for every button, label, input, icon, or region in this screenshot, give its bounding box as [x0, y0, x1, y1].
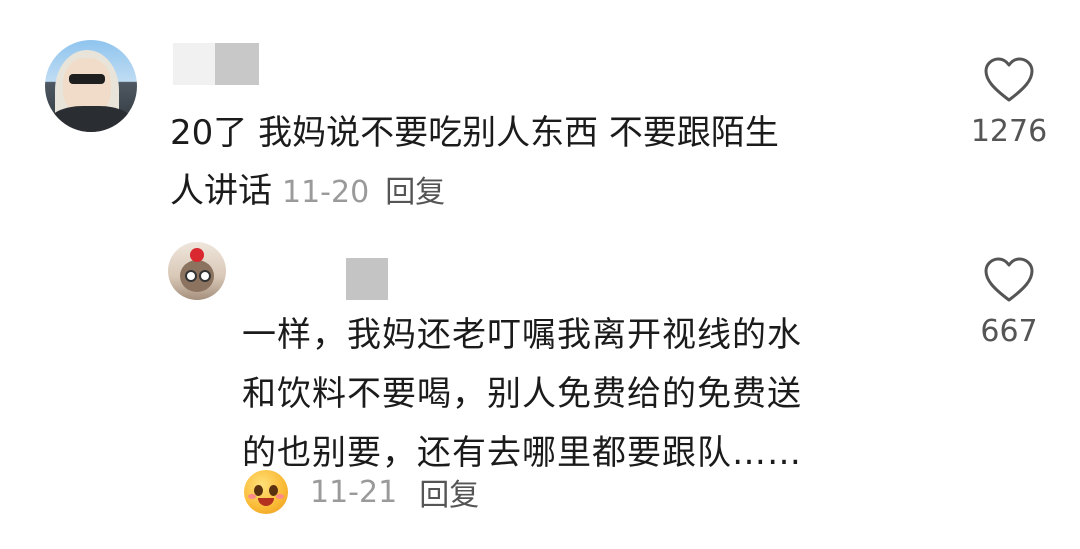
reply-like-count: 667 [980, 314, 1038, 349]
reply-text-line: 和饮料不要喝，别人免费给的免费送 [242, 374, 802, 414]
reply-like-button[interactable]: 667 [970, 256, 1048, 349]
reply-text-line: 一样，我妈还老叮嘱我离开视线的水 [242, 315, 802, 355]
like-count: 1276 [970, 114, 1048, 149]
reply-button[interactable]: 回复 [385, 175, 445, 210]
comment-thread: 20了 我妈说不要吃别人东西 不要跟陌生 人讲话 11-20 回复 1276 一样，… [0, 0, 1080, 549]
comment-text: 20了 我妈说不要吃别人东西 不要跟陌生 人讲话 11-20 回复 [170, 104, 930, 222]
reply-text: 一样，我妈还老叮嘱我离开视线的水 和饮料不要喝，别人免费给的免费送 的也别要，还… [242, 306, 942, 483]
comment-text-line: 20了 我妈说不要吃别人东西 不要跟陌生 [170, 113, 779, 153]
username-redacted[interactable] [173, 43, 259, 85]
reply-avatar[interactable] [168, 242, 226, 300]
reply-date: 11-21 [310, 474, 398, 510]
comment-text-line: 人讲话 [170, 171, 272, 211]
heart-outline-icon [984, 57, 1034, 102]
reply-meta: 11-21 回复 [244, 470, 479, 514]
comment-date: 11-20 [282, 175, 370, 210]
avatar[interactable] [45, 40, 137, 132]
like-button[interactable]: 1276 [970, 56, 1048, 149]
heart-outline-icon [984, 257, 1034, 302]
smiling-face-emoji-icon [244, 470, 288, 514]
reply-button[interactable]: 回复 [419, 470, 479, 514]
reply-username-redacted[interactable] [346, 258, 388, 300]
